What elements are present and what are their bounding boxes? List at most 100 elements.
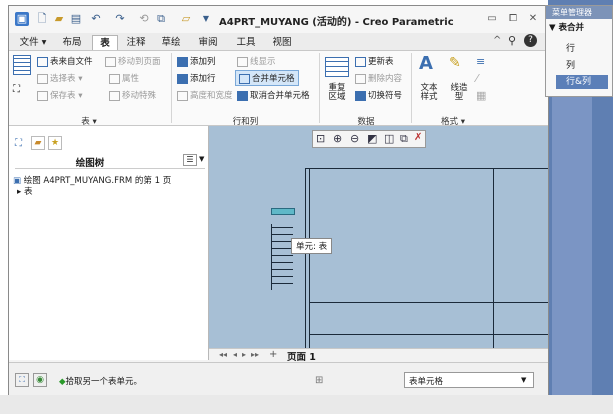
folder-browser-icon[interactable]: ▰ xyxy=(31,136,45,150)
line-style-button[interactable]: 线造型 xyxy=(447,84,471,102)
frame-line xyxy=(309,168,310,348)
group-divider xyxy=(171,53,172,123)
height-width-button[interactable]: 高度和宽度 xyxy=(177,89,233,101)
selection-filter-dropdown[interactable]: 表单元格 ▼ xyxy=(404,372,534,388)
desktop-background-strip xyxy=(552,96,592,414)
undo-icon[interactable]: ↶ xyxy=(89,12,103,26)
selection-filter-icon[interactable]: ⊞ xyxy=(315,375,323,386)
menu-item-row-and-column[interactable]: 行&列 xyxy=(556,75,608,89)
tree-root[interactable]: ▣ 绘图 A4PRT_MUYANG.FRM 的第 1 页 xyxy=(13,174,171,186)
cell-tooltip: 单元: 表 xyxy=(291,238,333,254)
move-to-page-button[interactable]: 移动到页面 xyxy=(105,55,161,67)
tab-tools[interactable]: 工具 xyxy=(231,35,261,50)
line-style-icon[interactable]: ✎ xyxy=(449,55,461,71)
tree-item-table[interactable]: ▸ 表 xyxy=(17,185,32,197)
repaint-icon[interactable]: ◩ xyxy=(367,132,377,145)
zoom-out-icon[interactable]: ⊖ xyxy=(350,132,359,145)
tab-layout[interactable]: 布局 xyxy=(55,35,89,50)
navigator-toggle-icon[interactable]: ⛶ xyxy=(15,373,29,387)
redo-icon[interactable]: ↷ xyxy=(113,12,127,26)
remove-content-button[interactable]: 删除内容 xyxy=(355,72,402,84)
properties-button[interactable]: 属性 xyxy=(109,72,139,84)
drawing-canvas[interactable]: ⊡ ⊕ ⊖ ◩ ◫ ⧉ ✗ 单元: 表 xyxy=(209,126,548,348)
saved-views-icon[interactable]: ⧉ xyxy=(400,132,408,146)
refit-icon[interactable]: ⊡ xyxy=(316,132,325,145)
text-style-button[interactable]: 文本样式 xyxy=(417,84,441,102)
table-from-file-button[interactable]: 表来自文件 xyxy=(37,55,93,67)
merge-cells-button[interactable]: 合并单元格 xyxy=(235,70,299,86)
menu-manager-title: 菜单管理器 xyxy=(552,8,592,17)
new-file-icon[interactable]: 🗋 xyxy=(35,12,49,26)
tab-annotate[interactable]: 注释 xyxy=(121,35,151,50)
table-dropdown-icon[interactable]: ⛶ xyxy=(13,84,20,95)
desktop-background xyxy=(0,0,8,414)
add-column-button[interactable]: 添加列 xyxy=(177,55,216,67)
frame-line xyxy=(309,302,548,303)
desktop-background-bottom xyxy=(0,395,613,414)
annotation-display-icon[interactable]: ✗ xyxy=(414,132,422,143)
unmerge-cells-button[interactable]: 取消合并单元格 xyxy=(237,89,310,101)
tab-file[interactable]: 文件 ▾ xyxy=(15,35,51,50)
tree-settings-icon[interactable]: ☰ xyxy=(183,154,197,166)
format-group-label[interactable]: 格式 ▾ xyxy=(413,115,493,127)
frame-line xyxy=(305,168,306,348)
customize-dropdown-icon[interactable]: ▼ xyxy=(199,12,213,26)
tab-review[interactable]: 审阅 xyxy=(193,35,223,50)
menu-manager-titlebar: 菜单管理器 xyxy=(546,6,612,19)
help-icon[interactable]: ? xyxy=(524,34,537,47)
group-divider xyxy=(319,53,320,123)
tree-header: 绘图树 ☰ ▼ xyxy=(15,153,205,169)
navigator-panel: ⛶ ▰ ★ 绘图树 ☰ ▼ ▣ 绘图 A4PRT_MUYANG.FRM 的第 1… xyxy=(9,126,209,360)
browser-toggle-icon[interactable]: ◉ xyxy=(33,373,47,387)
menu-manager-panel: 菜单管理器 ▼ 表合并 行 列 行&列 xyxy=(545,5,613,97)
select-table-button[interactable]: 选择表 ▾ xyxy=(37,72,82,84)
windows-icon[interactable]: ⧉ xyxy=(154,12,168,26)
toggle-symbol-button[interactable]: 切换符号 xyxy=(355,89,402,101)
format-option-icon[interactable]: ▦ xyxy=(476,89,486,102)
minimize-button[interactable]: ▭ xyxy=(484,12,500,26)
first-page-icon[interactable]: ◂◂ xyxy=(219,350,227,359)
ribbon: ⛶ 表来自文件 移动到页面 选择表 ▾ 属性 保存表 ▾ 移动特殊 表 ▾ 添加… xyxy=(9,51,548,127)
tree-title: 绘图树 xyxy=(75,158,105,169)
display-style-icon[interactable]: ◫ xyxy=(384,132,394,145)
next-page-icon[interactable]: ▸ xyxy=(242,350,246,359)
table-group-label[interactable]: 表 ▾ xyxy=(9,115,169,127)
selection-filter-value: 表单元格 xyxy=(409,377,444,387)
add-row-button[interactable]: 添加行 xyxy=(177,72,216,84)
selected-cell[interactable] xyxy=(271,208,295,215)
zoom-in-icon[interactable]: ⊕ xyxy=(333,132,342,145)
format-option-icon[interactable]: ⁄ xyxy=(476,72,478,85)
tab-view[interactable]: 视图 xyxy=(267,35,297,50)
minimize-ribbon-icon[interactable]: ^ xyxy=(493,35,501,46)
menu-manager-header[interactable]: ▼ 表合并 xyxy=(549,21,584,33)
app-icon: ▣ xyxy=(15,12,29,26)
model-tree-icon[interactable]: ⛶ xyxy=(15,138,22,149)
update-table-button[interactable]: 更新表 xyxy=(355,55,394,67)
last-page-icon[interactable]: ▸▸ xyxy=(251,350,259,359)
maximize-button[interactable]: ⧠ xyxy=(505,12,521,26)
save-icon[interactable]: ▤ xyxy=(69,12,83,26)
format-option-icon[interactable]: ≡ xyxy=(476,55,485,68)
favorites-icon[interactable]: ★ xyxy=(48,136,62,150)
move-special-button[interactable]: 移动特殊 xyxy=(109,89,156,101)
table-icon[interactable] xyxy=(13,55,31,75)
regenerate-icon[interactable]: ⟲ xyxy=(137,12,151,26)
repeat-region-button[interactable]: 重复区域 xyxy=(325,84,349,102)
text-style-icon[interactable]: A xyxy=(419,53,433,74)
group-divider xyxy=(411,53,412,123)
add-page-button[interactable]: + xyxy=(269,349,277,360)
line-display-button[interactable]: 线显示 xyxy=(237,55,276,67)
repeat-region-icon[interactable] xyxy=(325,57,349,77)
menu-item-row[interactable]: 行 xyxy=(566,41,575,54)
open-icon[interactable]: ▱ xyxy=(179,12,193,26)
save-table-button[interactable]: 保存表 ▾ xyxy=(37,89,82,101)
search-icon[interactable]: ⚲ xyxy=(508,34,516,47)
tab-table[interactable]: 表 xyxy=(92,35,118,50)
open-folder-icon[interactable]: ▰ xyxy=(52,12,66,26)
tab-sketch[interactable]: 草绘 xyxy=(156,35,186,50)
prev-page-icon[interactable]: ◂ xyxy=(233,350,237,359)
menu-item-column[interactable]: 列 xyxy=(566,58,575,71)
chevron-down-icon[interactable]: ▼ xyxy=(199,155,204,163)
table-rows[interactable] xyxy=(271,224,293,290)
close-button[interactable]: ✕ xyxy=(525,12,541,26)
